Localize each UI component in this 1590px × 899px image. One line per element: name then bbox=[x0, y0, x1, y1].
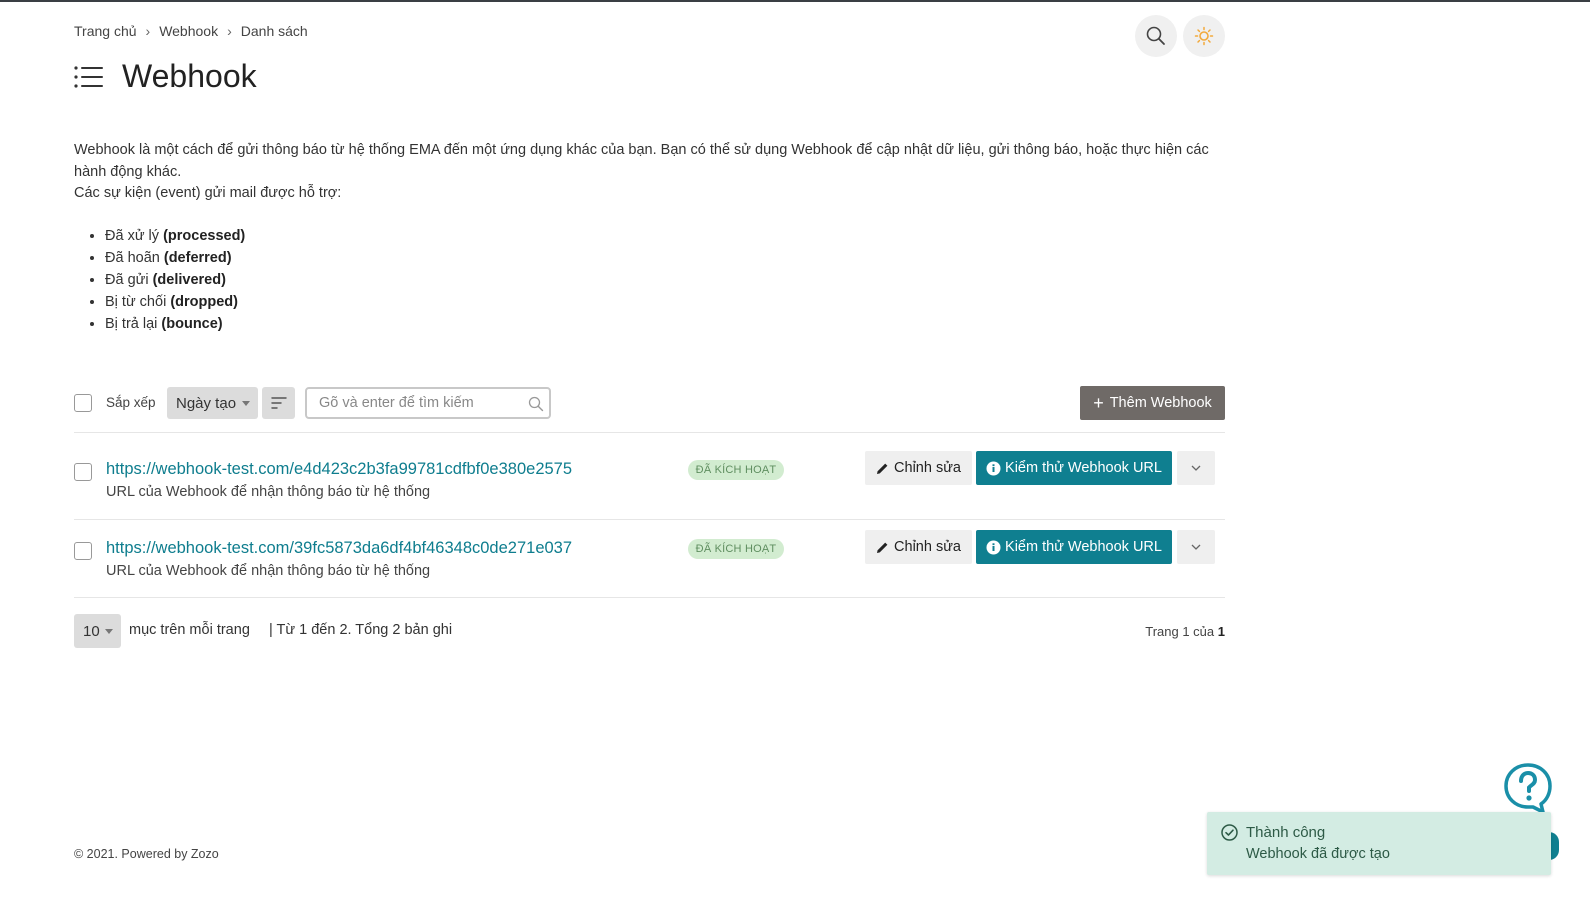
sort-field-value: Ngày tạo bbox=[176, 394, 237, 412]
pencil-icon bbox=[877, 463, 888, 474]
caret-down-icon bbox=[242, 401, 250, 406]
search-field bbox=[305, 387, 551, 419]
info-icon bbox=[986, 461, 1001, 475]
webhook-url-link[interactable]: https://webhook-test.com/e4d423c2b3fa997… bbox=[106, 460, 572, 479]
table-row: https://webhook-test.com/39fc5873da6df4b… bbox=[74, 530, 1225, 617]
table-row: https://webhook-test.com/e4d423c2b3fa997… bbox=[74, 451, 1225, 538]
per-page-label: mục trên mỗi trang bbox=[129, 622, 250, 638]
search-input[interactable] bbox=[307, 389, 517, 417]
toast-title: Thành công bbox=[1246, 824, 1326, 841]
list-toolbar: Sắp xếp Ngày tạo + Thêm Webhook bbox=[74, 386, 1225, 420]
select-all-checkbox[interactable] bbox=[74, 394, 92, 412]
row-checkbox[interactable] bbox=[74, 542, 92, 560]
success-toast: Thành công Webhook đã được tạo bbox=[1207, 812, 1551, 875]
test-webhook-button[interactable]: Kiểm thử Webhook URL bbox=[976, 530, 1172, 564]
row-more-dropdown[interactable] bbox=[1177, 451, 1215, 485]
edit-label: Chỉnh sửa bbox=[894, 539, 961, 555]
check-circle-icon bbox=[1221, 824, 1238, 841]
status-badge: ĐÃ KÍCH HOẠT bbox=[688, 460, 784, 480]
help-button[interactable] bbox=[1503, 762, 1553, 814]
search-icon bbox=[528, 396, 544, 412]
add-webhook-label: Thêm Webhook bbox=[1109, 395, 1212, 411]
breadcrumb: Trang chủ › Webhook › Danh sách bbox=[74, 23, 308, 39]
toast-message: Webhook đã được tạo bbox=[1246, 846, 1390, 862]
breadcrumb-current: Danh sách bbox=[240, 23, 308, 39]
webhook-url-link[interactable]: https://webhook-test.com/39fc5873da6df4b… bbox=[106, 539, 572, 558]
footer-copyright: © 2021. Powered by Zozo bbox=[74, 847, 219, 861]
per-page-select[interactable]: 10 bbox=[74, 614, 121, 648]
header-actions bbox=[1135, 15, 1225, 57]
info-icon bbox=[986, 540, 1001, 554]
page-header: Webhook bbox=[74, 58, 257, 95]
add-webhook-button[interactable]: + Thêm Webhook bbox=[1080, 386, 1225, 420]
test-webhook-label: Kiểm thử Webhook URL bbox=[1005, 539, 1162, 555]
sort-label: Sắp xếp bbox=[106, 395, 156, 410]
edit-button[interactable]: Chỉnh sửa bbox=[865, 451, 972, 485]
edit-button[interactable]: Chỉnh sửa bbox=[865, 530, 972, 564]
pencil-icon bbox=[877, 542, 888, 553]
sun-icon bbox=[1194, 26, 1214, 46]
events-list: Đã xử lý (processed) Đã hoãn (deferred) … bbox=[105, 225, 1224, 335]
description-text: Webhook là một cách để gửi thông báo từ … bbox=[74, 142, 1209, 180]
breadcrumb-home[interactable]: Trang chủ bbox=[74, 23, 137, 39]
total-pages: 1 bbox=[1217, 624, 1225, 639]
search-button[interactable] bbox=[1135, 15, 1177, 57]
page-info: Trang 1 của 1 bbox=[1145, 624, 1225, 639]
list-icon bbox=[74, 65, 103, 88]
help-question-icon bbox=[1504, 763, 1552, 814]
top-border bbox=[0, 0, 1590, 2]
sort-lines-icon bbox=[270, 397, 287, 409]
chevron-down-icon bbox=[1191, 544, 1201, 550]
webhook-url-description: URL của Webhook để nhận thông báo từ hệ … bbox=[106, 563, 431, 579]
chevron-down-icon bbox=[1191, 465, 1201, 471]
theme-toggle-button[interactable] bbox=[1183, 15, 1225, 57]
sort-direction-button[interactable] bbox=[262, 387, 295, 419]
event-item: Đã gửi (delivered) bbox=[105, 269, 1224, 291]
breadcrumb-separator: › bbox=[227, 23, 232, 39]
test-webhook-label: Kiểm thử Webhook URL bbox=[1005, 460, 1162, 476]
test-webhook-button[interactable]: Kiểm thử Webhook URL bbox=[976, 451, 1172, 485]
row-checkbox[interactable] bbox=[74, 463, 92, 481]
divider bbox=[74, 597, 1225, 598]
search-icon bbox=[1146, 26, 1165, 45]
breadcrumb-separator: › bbox=[145, 23, 151, 39]
per-page-value: 10 bbox=[83, 622, 100, 640]
description: Webhook là một cách để gửi thông báo từ … bbox=[74, 140, 1224, 335]
event-item: Đã hoãn (deferred) bbox=[105, 247, 1224, 269]
plus-icon: + bbox=[1093, 393, 1104, 413]
events-intro: Các sự kiện (event) gửi mail được hỗ trợ… bbox=[74, 185, 342, 201]
edit-label: Chỉnh sửa bbox=[894, 460, 961, 476]
breadcrumb-webhook[interactable]: Webhook bbox=[159, 23, 218, 39]
record-range: | Từ 1 đến 2. Tổng 2 bản ghi bbox=[269, 622, 453, 638]
page-title: Webhook bbox=[122, 58, 257, 94]
event-item: Bị từ chối (dropped) bbox=[105, 291, 1224, 313]
caret-down-icon bbox=[105, 629, 113, 634]
event-item: Bị trả lại (bounce) bbox=[105, 313, 1224, 335]
divider bbox=[74, 519, 1225, 520]
webhook-url-description: URL của Webhook để nhận thông báo từ hệ … bbox=[106, 484, 431, 500]
event-item: Đã xử lý (processed) bbox=[105, 225, 1224, 247]
pagination: 10 mục trên mỗi trang | Từ 1 đến 2. Tổng… bbox=[74, 614, 1225, 648]
sort-field-select[interactable]: Ngày tạo bbox=[167, 387, 258, 419]
divider bbox=[74, 432, 1225, 433]
status-badge: ĐÃ KÍCH HOẠT bbox=[688, 539, 784, 559]
row-more-dropdown[interactable] bbox=[1177, 530, 1215, 564]
